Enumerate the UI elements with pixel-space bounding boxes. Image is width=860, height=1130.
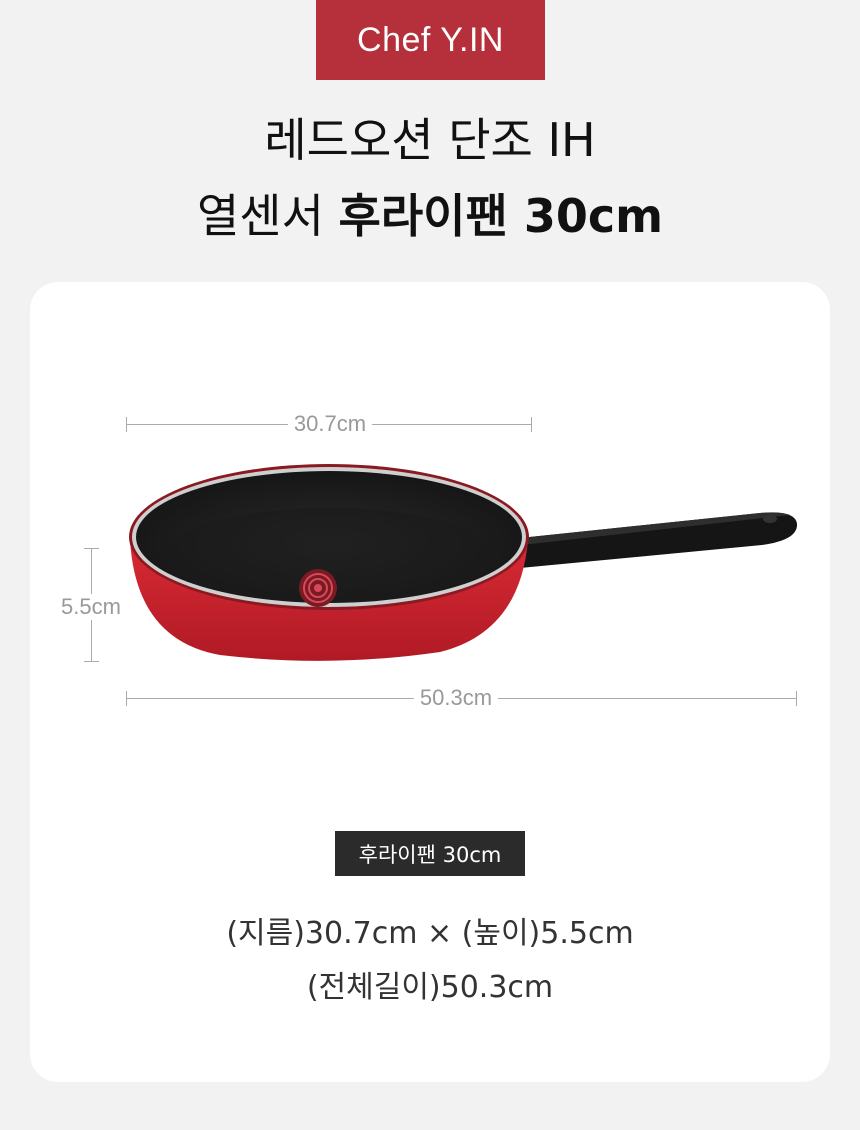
spec-diameter-height: (지름)30.7cm × (높이)5.5cm	[226, 916, 634, 951]
product-size-tag-label: 후라이팬 30cm	[358, 842, 502, 867]
frying-pan-image	[129, 464, 798, 661]
length-label: 50.3cm	[413, 685, 499, 711]
spec-total-length: (전체길이)50.3cm	[306, 970, 554, 1005]
length-tick-right	[796, 691, 797, 706]
product-size-tag: 후라이팬 30cm	[335, 831, 525, 876]
length-tick-left	[126, 691, 127, 706]
